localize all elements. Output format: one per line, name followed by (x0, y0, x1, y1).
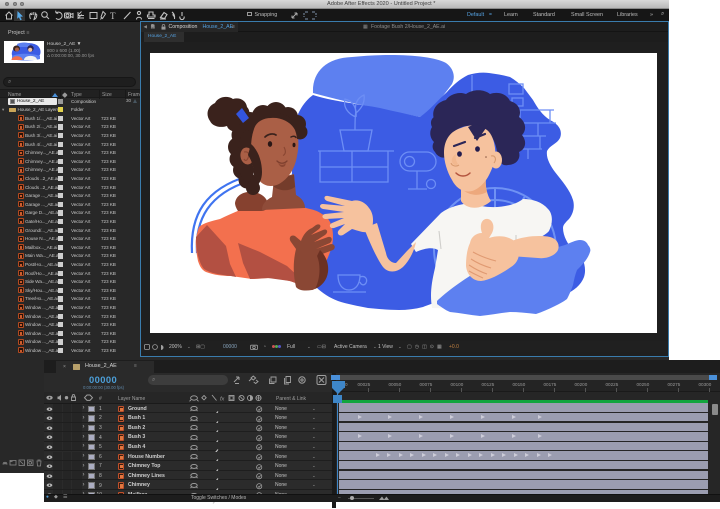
svg-text:#: # (99, 396, 102, 402)
svg-text:fx: fx (220, 397, 225, 403)
svg-text:Parent & Link: Parent & Link (276, 396, 307, 402)
svg-text:Layer Name: Layer Name (118, 396, 145, 402)
